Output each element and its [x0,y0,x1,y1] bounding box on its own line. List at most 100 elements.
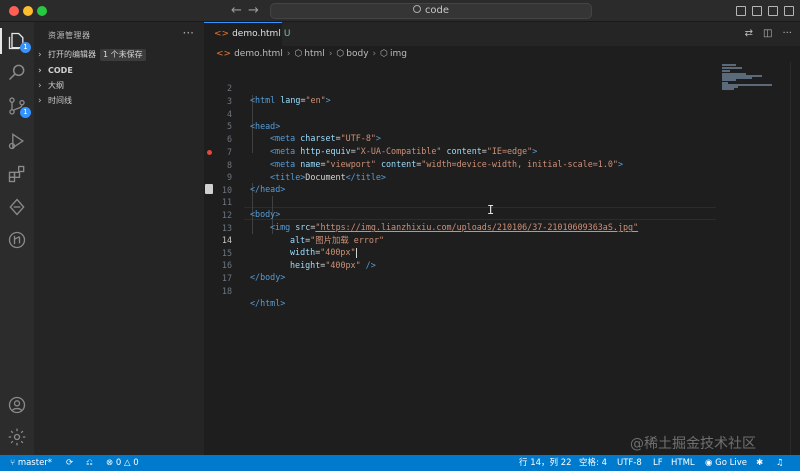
minimap-line [722,67,742,69]
code-line: 2 <html lang="en"> [204,69,716,106]
section-code[interactable]: › CODE [38,64,73,78]
editor-actions: ⇄ ◫ ··· [735,28,792,39]
status-bar: ⑂ master* ⟳ ⎌ ⊗ 0 △ 0 行 14，列 22 空格: 4 UT… [0,455,800,471]
minimap[interactable] [716,62,788,455]
layout-controls [730,5,794,19]
code-line: 10 [204,171,716,195]
more-actions-icon[interactable]: ··· [183,26,194,40]
minimap-line [722,70,730,72]
toggle-panel-icon[interactable] [752,6,762,16]
vertical-scrollbar[interactable] [790,62,800,455]
git-graph-icon[interactable] [7,230,27,250]
minimap-line [722,88,734,90]
code-line: 9 </head> [204,158,716,195]
chevron-right-icon: › [38,96,42,106]
code-line: 14 width="400px" [204,221,716,258]
breadcrumb-item-html[interactable]: html [304,49,325,59]
toggle-primary-sidebar-icon[interactable] [736,6,746,16]
source-control-icon[interactable]: 1 [7,96,31,118]
breadcrumb-file[interactable]: demo.html [234,49,283,59]
close-window-button[interactable] [9,6,19,16]
scm-badge: 1 [20,107,31,118]
activity-bar: 1 1 [0,22,34,455]
back-arrow-icon[interactable]: ← [231,3,242,18]
editor-tabs: <> demo.html U ⇄ ◫ ··· [204,22,800,46]
accounts-icon[interactable] [7,395,27,415]
open-changes-icon[interactable]: ⇄ [745,28,753,39]
code-line: 4 <head> [204,95,716,132]
explorer-icon[interactable]: 1 [7,31,31,53]
minimize-window-button[interactable] [23,6,33,16]
cursor-position[interactable]: 行 14，列 22 [519,455,572,471]
breadcrumb-item-img[interactable]: img [390,49,407,59]
explorer-sidebar: 资源管理器 ··· › 打开的编辑器 1 个未保存 › CODE › 大纲 › 时间线 [34,22,204,455]
breadcrumb-item-body[interactable]: body [346,49,368,59]
branch-name: master* [17,458,53,468]
more-actions-icon[interactable]: ··· [782,28,792,39]
tab-label: demo.html [232,29,281,39]
element-icon: ⬡ [336,49,345,59]
remote-icon[interactable]: ⎌ [86,455,93,471]
chevron-right-icon: › [38,50,42,60]
section-open-editors[interactable]: › 打开的编辑器 1 个未保存 [38,48,146,62]
extensions-icon[interactable] [7,164,27,184]
section-label: 打开的编辑器 [48,50,96,59]
forward-arrow-icon[interactable]: → [248,3,259,18]
indentation-status[interactable]: 空格: 4 [579,455,607,471]
remote-explorer-icon[interactable] [7,197,27,217]
command-center[interactable]: code [270,3,592,19]
settings-gear-icon[interactable] [7,427,27,447]
explorer-badge: 1 [20,42,31,53]
section-label: CODE [48,66,73,75]
code-line: 7 <meta name="viewport" content="width=d… [204,133,716,170]
html-file-icon: <> [216,49,232,59]
error-count: 0 [115,458,122,468]
warning-count: 0 [133,458,139,468]
code-line: 12 <img src="https://img.lianzhixiu.com/… [204,196,716,233]
code-line: 5 <meta charset="UTF-8"> [204,107,716,144]
watermark: @稀土掘金技术社区 [630,436,756,452]
element-icon: ⬡ [380,49,389,59]
toggle-secondary-sidebar-icon[interactable] [768,6,778,16]
search-icon[interactable] [7,62,27,82]
code-text: </html> [250,297,285,310]
code-editor[interactable]: 2 <html lang="en"> 3 4 <head> 5 <meta ch… [204,62,716,455]
chevron-right-icon: › [38,81,42,91]
encoding-status[interactable]: UTF-8 [617,455,642,471]
section-timeline[interactable]: › 时间线 [38,94,72,108]
breadcrumb: <> demo.html › ⬡ html › ⬡ body › ⬡ img [204,46,800,62]
split-editor-icon[interactable]: ◫ [763,28,772,39]
chevron-right-icon: › [38,66,42,76]
run-debug-icon[interactable] [7,131,27,151]
command-center-label: code [424,5,450,16]
maximize-window-button[interactable] [37,6,47,16]
code-line: 18 </html> [204,272,716,309]
breadcrumb-separator: › [372,49,377,59]
problems-status[interactable]: ⊗ 0 △ 0 [106,455,139,471]
sidebar-title: 资源管理器 [48,31,91,40]
language-mode[interactable]: HTML [671,455,695,471]
tab-demo-html[interactable]: <> demo.html U [204,22,290,46]
sync-icon[interactable]: ⟳ [66,455,73,471]
section-label: 大纲 [48,81,64,90]
active-indicator [0,28,2,54]
code-line: 16 </body> [204,246,716,283]
code-line: 11 <body> [204,183,716,220]
untracked-status: U [283,29,291,39]
breadcrumb-separator: › [328,49,333,59]
notifications-bell-icon[interactable]: ♫ [776,455,784,471]
unsaved-badge: 1 个未保存 [100,49,146,61]
eol-status[interactable]: LF [653,455,663,471]
section-label: 时间线 [48,96,72,105]
section-outline[interactable]: › 大纲 [38,79,64,93]
code-line: 3 [204,82,716,106]
token: </html> [250,298,286,309]
code-line: 8 <title>Document</title> [204,146,716,183]
go-live-button[interactable]: ◉ Go Live [705,455,747,471]
customize-layout-icon[interactable] [784,6,794,16]
minimap-line [722,64,736,66]
go-live-label: Go Live [715,458,747,468]
element-icon: ⬡ [294,49,303,59]
branch-status[interactable]: ⑂ master* [10,455,52,471]
copilot-icon[interactable]: ✱ [756,455,763,471]
